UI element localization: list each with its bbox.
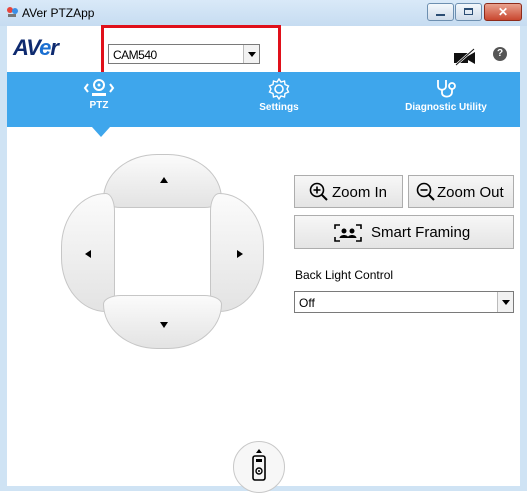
- help-icon[interactable]: ?: [493, 47, 507, 61]
- app-icon: [7, 7, 18, 17]
- zoom-in-icon: [309, 182, 328, 201]
- active-tab-pointer: [92, 127, 110, 137]
- ptz-direction-pad: [61, 154, 264, 349]
- aver-logo: AVer: [13, 35, 59, 60]
- minimize-button[interactable]: [427, 3, 454, 21]
- maximize-button[interactable]: [455, 3, 482, 21]
- back-light-control-label: Back Light Control: [295, 268, 394, 282]
- window-title: AVer PTZApp: [22, 6, 95, 20]
- close-button[interactable]: ✕: [484, 3, 522, 21]
- tab-diagnostic-utility-label: Diagnostic Utility: [405, 102, 487, 113]
- chevron-down-icon[interactable]: [497, 292, 513, 312]
- zoom-out-label: Zoom Out: [437, 184, 504, 201]
- remote-control-icon: [252, 449, 266, 481]
- zoom-out-button[interactable]: Zoom Out: [408, 175, 514, 208]
- tab-ptz-label: PTZ: [89, 100, 109, 111]
- tab-ptz[interactable]: PTZ: [69, 72, 129, 127]
- gear-icon: [268, 78, 290, 100]
- app-client: AVer CAM540 ? PTZ Settings Diagnostic Ut…: [7, 25, 520, 493]
- stethoscope-icon: [437, 80, 456, 98]
- zoom-in-button[interactable]: Zoom In: [294, 175, 403, 208]
- header: AVer CAM540 ?: [7, 25, 520, 89]
- arrow-down-icon: [160, 322, 168, 328]
- pan-left-button[interactable]: [61, 193, 115, 312]
- arrow-right-icon: [237, 250, 243, 258]
- arrow-up-icon: [160, 177, 168, 183]
- smart-framing-label: Smart Framing: [371, 224, 471, 241]
- title-bar: AVer PTZApp ✕: [0, 0, 527, 26]
- smart-framing-icon: [334, 224, 362, 242]
- close-icon: ✕: [497, 5, 509, 19]
- zoom-out-icon: [416, 182, 435, 201]
- arrow-left-icon: [85, 250, 91, 258]
- pan-up-button[interactable]: [103, 154, 222, 208]
- app-window: AVer PTZApp ✕ AVer CAM540 ? PTZ Settings…: [0, 0, 527, 493]
- camera-off-icon[interactable]: [453, 48, 477, 66]
- remote-control-button[interactable]: [233, 441, 285, 493]
- zoom-in-label: Zoom In: [332, 184, 388, 201]
- tab-diagnostic-utility[interactable]: Diagnostic Utility: [391, 72, 501, 127]
- tab-settings-label: Settings: [259, 102, 299, 113]
- tab-settings[interactable]: Settings: [239, 72, 319, 127]
- back-light-control-select[interactable]: Off: [294, 291, 514, 313]
- back-light-control-value: Off: [299, 296, 315, 310]
- smart-framing-button[interactable]: Smart Framing: [294, 215, 514, 249]
- pan-right-button[interactable]: [210, 193, 264, 312]
- ptz-camera-icon: [83, 79, 115, 96]
- pan-down-button[interactable]: [103, 295, 222, 349]
- tab-bar: PTZ Settings Diagnostic Utility: [7, 72, 520, 127]
